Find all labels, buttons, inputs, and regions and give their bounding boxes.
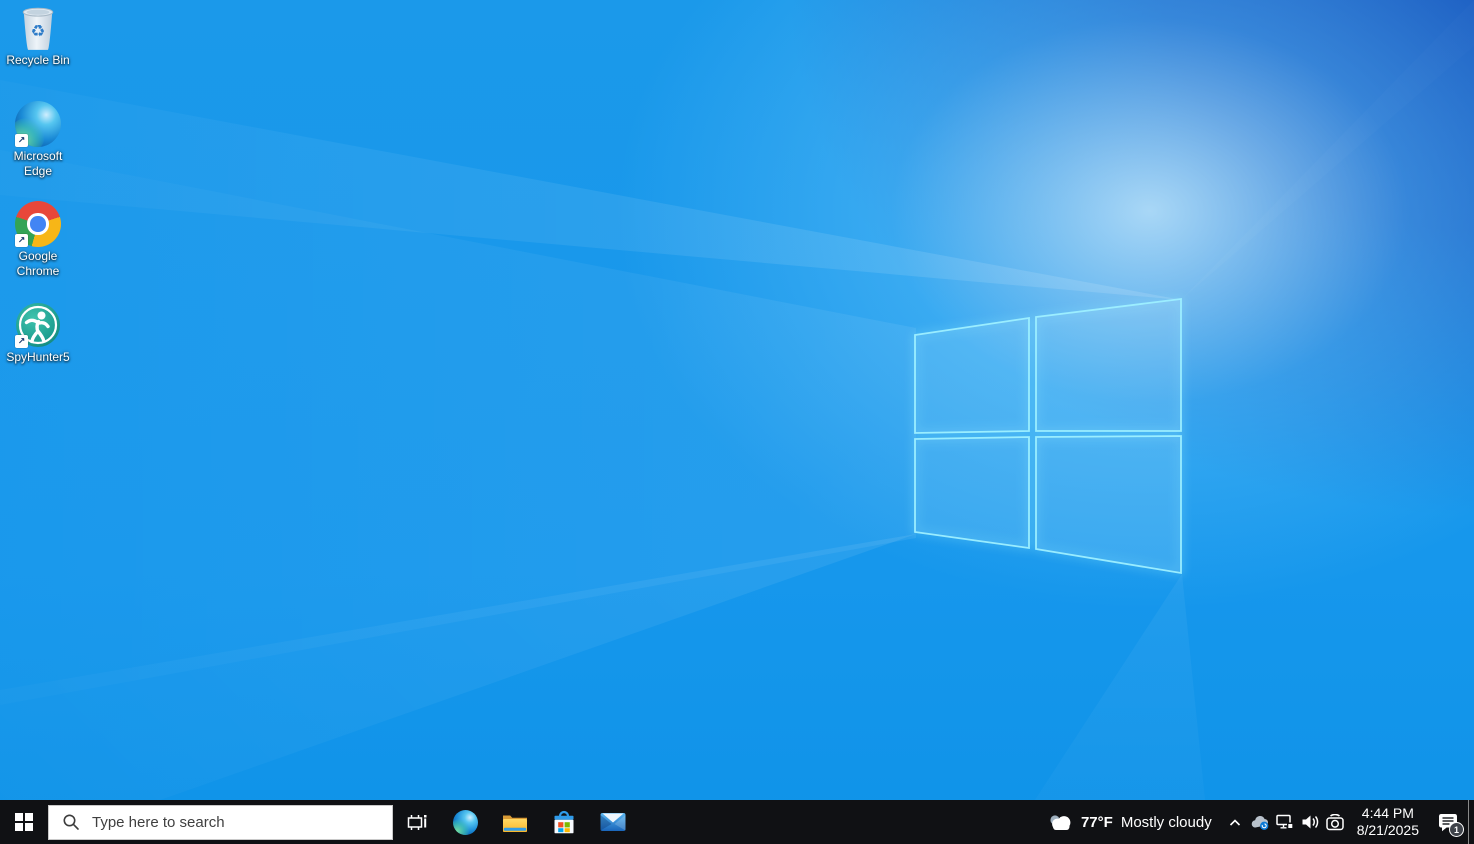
task-view-button[interactable]: [393, 800, 441, 844]
light-beam: [1182, 0, 1474, 299]
search-icon: [63, 814, 79, 830]
weather-widget[interactable]: 77°F Mostly cloudy: [1036, 800, 1223, 844]
light-beam: [0, 80, 1182, 300]
taskbar-file-explorer-button[interactable]: [490, 800, 539, 844]
google-chrome-icon: ↗: [14, 200, 62, 248]
recycle-bin-icon: ♻: [14, 4, 62, 52]
taskbar-edge-button[interactable]: [441, 800, 490, 844]
light-beam: [0, 150, 916, 705]
show-desktop-button[interactable]: [1468, 800, 1474, 844]
weather-temperature: 77°F: [1080, 813, 1113, 831]
start-button[interactable]: [0, 800, 48, 844]
spyhunter5-icon: ↗: [14, 301, 62, 349]
light-beam: [1035, 574, 1205, 800]
chevron-up-icon: [1230, 818, 1241, 826]
network-icon: [1276, 814, 1294, 829]
windows-logo-wallpaper: [914, 297, 1182, 575]
desktop-wallpaper: [0, 0, 1474, 844]
tray-network-button[interactable]: [1273, 800, 1298, 844]
shortcut-arrow-icon: ↗: [15, 335, 28, 348]
task-view-icon: [407, 814, 426, 830]
clock[interactable]: 4:44 PM 8/21/2025: [1348, 800, 1428, 844]
desktop-icon-recycle-bin[interactable]: ♻ Recycle Bin: [0, 4, 76, 67]
weather-cloud-icon: [1050, 814, 1071, 830]
clock-date: 8/21/2025: [1356, 822, 1419, 838]
desktop-icon-spyhunter5[interactable]: ↗ SpyHunter5: [0, 301, 76, 364]
tray-volume-button[interactable]: [1298, 800, 1323, 844]
taskbar-search-box[interactable]: [48, 804, 393, 840]
onedrive-icon: [1251, 815, 1269, 830]
desktop-icon-microsoft-edge[interactable]: ↗ Microsoft Edge: [0, 100, 76, 178]
microsoft-store-icon: [554, 810, 573, 834]
desktop-icon-label: Chrome: [16, 264, 60, 278]
clock-time: 4:44 PM: [1361, 805, 1414, 821]
taskbar-mail-button[interactable]: [588, 800, 637, 844]
notification-badge: 1: [1449, 822, 1464, 837]
file-explorer-icon: [502, 815, 527, 832]
start-icon: [15, 813, 33, 831]
microsoft-edge-icon: ↗: [14, 100, 62, 148]
search-input[interactable]: [90, 804, 392, 840]
desktop-icon-label: Recycle Bin: [6, 53, 70, 67]
desktop-icon-google-chrome[interactable]: ↗ Google Chrome: [0, 200, 76, 278]
svg-text:♻: ♻: [31, 23, 46, 41]
windows-desktop-screen: ♻ Recycle Bin ↗ Microsoft Edge ↗ Google …: [0, 0, 1474, 844]
volume-icon: [1302, 815, 1319, 829]
mail-icon: [600, 813, 625, 831]
desktop-icon-label: SpyHunter5: [6, 350, 70, 364]
meet-now-icon: [1326, 813, 1344, 830]
taskbar: 77°F Mostly cloudy: [0, 800, 1474, 844]
system-tray: 77°F Mostly cloudy 4:44 PM 8/21/2025 1: [1036, 800, 1474, 844]
shortcut-arrow-icon: ↗: [15, 234, 28, 247]
weather-condition: Mostly cloudy: [1120, 813, 1212, 831]
taskbar-store-button[interactable]: [539, 800, 588, 844]
tray-overflow-button[interactable]: [1223, 800, 1248, 844]
tray-onedrive-button[interactable]: [1248, 800, 1273, 844]
shortcut-arrow-icon: ↗: [15, 134, 28, 147]
light-beam: [0, 534, 916, 800]
edge-icon: [453, 809, 478, 835]
desktop-icon-label: Microsoft: [13, 149, 63, 163]
desktop-icon-label: Google: [18, 249, 58, 263]
action-center-button[interactable]: 1: [1428, 800, 1468, 844]
desktop-icon-label: Edge: [23, 164, 53, 178]
tray-meet-now-button[interactable]: [1323, 800, 1348, 844]
